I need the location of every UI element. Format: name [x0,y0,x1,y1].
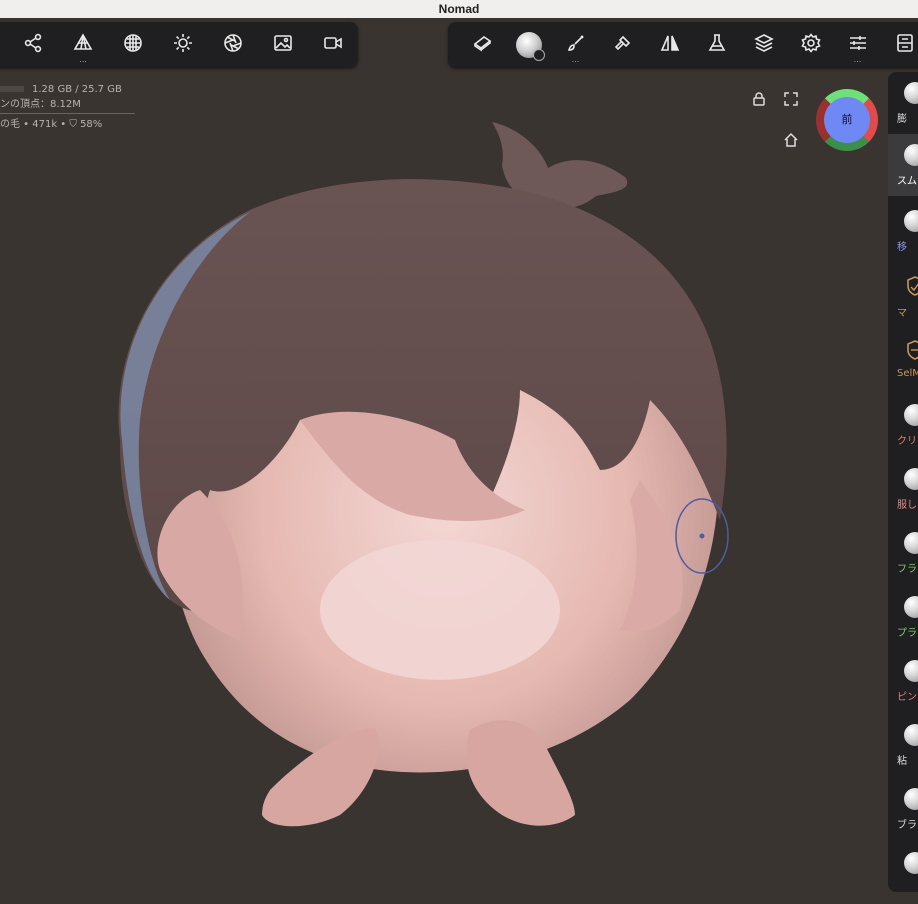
tool-crease[interactable]: 服し [888,458,918,520]
brush-tool-icon [904,788,918,810]
topology-icon [73,33,93,57]
smooth-tool-icon [904,144,918,166]
settings-gear-icon [800,33,821,57]
vertex-count: ンの頂点：8.12M [0,99,81,110]
postprocess-button[interactable] [208,22,258,68]
inflate-tool-icon [904,82,918,104]
tool-label: ピン [897,692,917,703]
tool-clay-strip[interactable]: 粘 [888,714,918,776]
tool-label: マ [897,308,907,319]
layers-icon [753,33,774,57]
memory-usage: 1.28 GB / 25.7 GB [0,82,135,97]
eraser-icon [472,33,492,57]
tool-label: フラ [897,564,917,575]
file-button[interactable] [881,22,918,68]
settings-button[interactable] [787,22,834,68]
flask-icon [707,33,727,57]
tool-label: 移 [897,242,907,253]
material-sphere-icon [123,33,143,57]
brush-alpha-button[interactable] [505,22,552,68]
front-view-label[interactable]: 前 [824,97,870,143]
extra-tool-icon [904,852,918,874]
tool-label: 膨 [897,114,907,125]
tool-label: クリ [897,436,917,447]
more-dots: ... [853,55,862,64]
paint-brush-button[interactable]: ... [552,22,599,68]
tool-pinch[interactable]: ピン [888,650,918,712]
pinch-tool-icon [904,660,918,682]
tool-panel: 膨 スム 移 マ SelM クリ 服し フラ プラ ピン 粘 ブラ [888,72,918,892]
symmetry-icon [660,33,680,57]
home-icon[interactable] [783,132,799,148]
background-image-icon [273,33,293,57]
lock-icon[interactable] [751,91,767,107]
tool-label: プラ [897,628,917,639]
tool-selmask[interactable]: SelM [888,330,918,392]
scene-icon [23,33,43,57]
left-toolbar: ... [0,22,358,68]
more-dots: ... [79,55,87,64]
planar-tool-icon [904,596,918,618]
move-tool-icon [904,210,918,232]
tool-clay[interactable]: クリ [888,394,918,456]
background-button[interactable] [258,22,308,68]
tool-label: ブラ [897,820,917,831]
paint-brush-icon [566,33,586,57]
camera-icon [323,33,343,57]
layers-button[interactable] [740,22,787,68]
view-gizmo[interactable]: 前 [816,89,878,151]
file-icon [895,33,915,57]
clay-tool-icon [904,404,918,426]
camera-button[interactable] [308,22,358,68]
selmask-shield-icon [907,340,918,360]
sliders-icon [848,33,868,57]
right-toolbar: ... ... [448,22,918,68]
tool-mask[interactable]: マ [888,266,918,328]
clay-strip-tool-icon [904,724,918,746]
tool-inflate[interactable]: 膨 [888,72,918,134]
tool-label: 服し [897,500,917,511]
flask-button[interactable] [693,22,740,68]
scene-stats: 1.28 GB / 25.7 GB ンの頂点：8.12M の毛 • 471k •… [0,82,135,132]
tool-planar[interactable]: プラ [888,586,918,648]
sliders-button[interactable]: ... [834,22,881,68]
sculpt-viewport[interactable] [0,70,918,877]
more-dots: ... [571,55,580,64]
crease-tool-icon [904,468,918,490]
tool-brush[interactable]: ブラ [888,778,918,840]
tool-move[interactable]: 移 [888,200,918,262]
tool-extra[interactable] [888,842,918,904]
selected-object-info: の毛 • 471k • ⛉ 58% [0,119,103,130]
tool-label: 粘 [897,756,907,767]
tool-smooth[interactable]: スム [888,134,918,196]
window-title: Nomad [0,0,918,18]
eraser-button[interactable] [458,22,505,68]
scene-button[interactable] [8,22,58,68]
brush-alpha-icon [515,32,545,61]
hammer-button[interactable] [599,22,646,68]
light-button[interactable] [158,22,208,68]
material-button[interactable] [108,22,158,68]
hammer-icon [613,33,633,57]
tool-flatten[interactable]: フラ [888,522,918,584]
topology-button[interactable]: ... [58,22,108,68]
mask-shield-icon [907,276,918,296]
fullscreen-icon[interactable] [783,91,799,107]
light-icon [173,33,193,57]
tool-label: SelM [897,368,918,379]
postprocess-icon [223,33,243,57]
symmetry-button[interactable] [646,22,693,68]
flatten-tool-icon [904,532,918,554]
tool-label: スム [897,176,917,187]
